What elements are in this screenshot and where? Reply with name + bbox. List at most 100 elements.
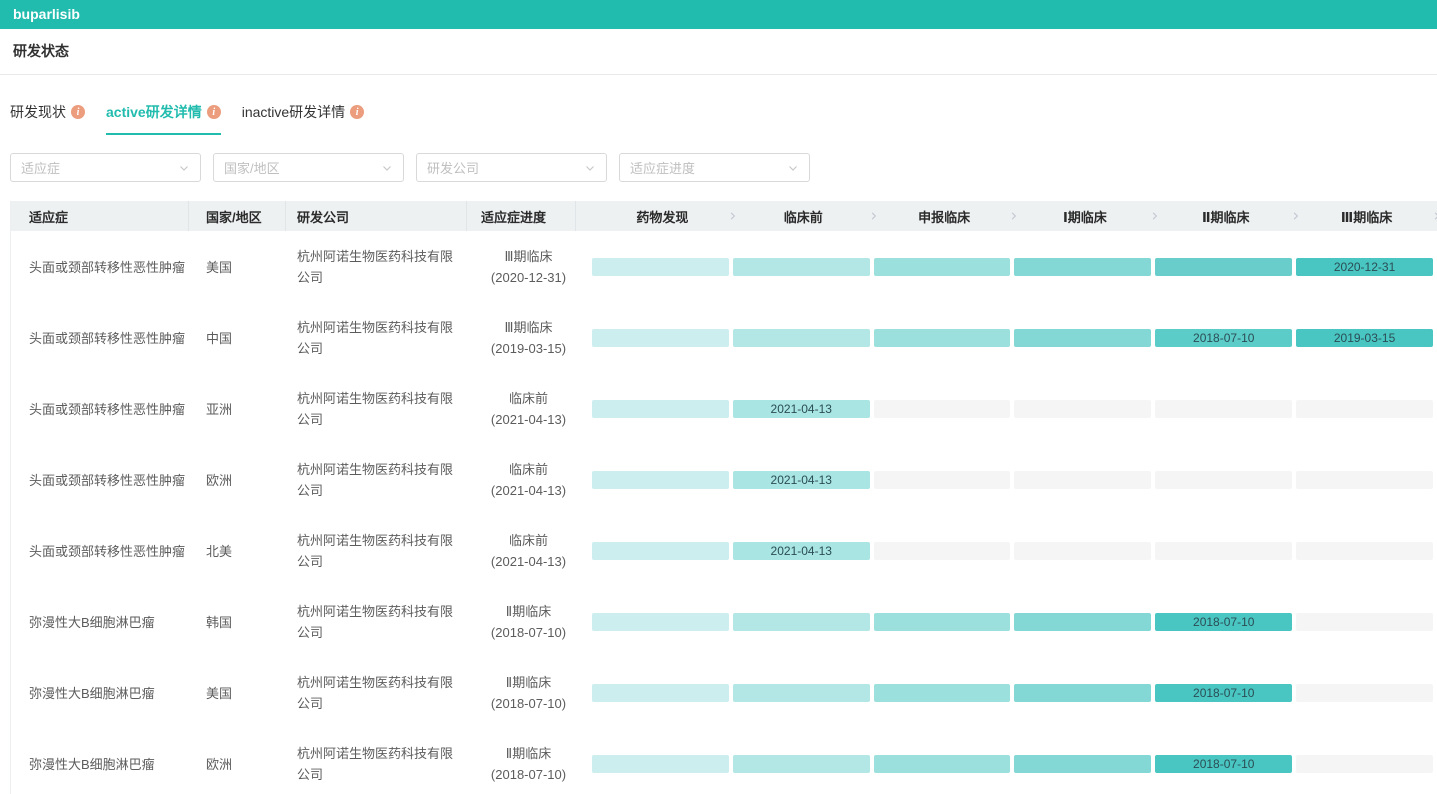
progress-date-text: (2018-07-10) [491,764,566,785]
indication-cell: 头面或颈部转移性恶性肿瘤 [11,231,189,302]
stage-bar-cell [1296,684,1437,702]
stage-bar [592,684,729,702]
stage-bar-cell [1014,329,1155,347]
stage-bar [874,755,1011,773]
stage-bar-cell [592,613,733,631]
stage-bar: 2018-07-10 [1155,755,1292,773]
company-cell: 杭州阿诺生物医药科技有限公司 [286,728,467,794]
stage-bar-cell [1014,471,1155,489]
indication-cell: 头面或颈部转移性恶性肿瘤 [11,515,189,586]
stage-bar-cell [1296,755,1437,773]
company-filter-select[interactable]: 研发公司 [416,153,607,182]
pipeline-bars: 2021-04-13 [576,444,1437,515]
company-cell: 杭州阿诺生物医药科技有限公司 [286,657,467,728]
chevron-down-icon [584,162,596,174]
stage-column-label: Ⅰ期临床 [1063,210,1107,225]
column-header-region: 国家/地区 [189,201,286,231]
stage-bar [874,258,1011,276]
stage-bar-cell: 2019-03-15 [1296,329,1437,347]
progress-date-text: (2020-12-31) [491,267,566,288]
progress-cell: Ⅱ期临床 (2018-07-10) [467,586,576,657]
progress-date-text: (2018-07-10) [491,693,566,714]
progress-cell: 临床前 (2021-04-13) [467,515,576,586]
stage-bar: 2021-04-13 [733,400,870,418]
stage-column-header: 临床前 [733,207,874,226]
pipeline-bars: 2021-04-13 [576,373,1437,444]
progress-stage-text: Ⅱ期临床 [506,601,551,622]
table-row: 弥漫性大B细胞淋巴瘤 美国 杭州阿诺生物医药科技有限公司 Ⅱ期临床 (2018-… [11,657,1437,728]
select-placeholder: 适应症 [21,158,60,177]
tab-active-rd-detail[interactable]: active研发详情 i [106,102,221,135]
indication-filter-select[interactable]: 适应症 [10,153,201,182]
stage-column-headers: 药物发现临床前申报临床Ⅰ期临床Ⅱ期临床Ⅲ期临床 [576,201,1437,231]
pipeline-bars: 2018-07-10 [576,728,1437,794]
stage-bar [1155,471,1292,489]
stage-bar-cell [1014,684,1155,702]
tab-label: inactive研发详情 [242,102,345,122]
pipeline-bars: 2020-12-31 [576,231,1437,302]
select-placeholder: 研发公司 [427,158,479,177]
filter-bar: 适应症 国家/地区 研发公司 适应症进度 [0,135,1437,182]
stage-bar: 2018-07-10 [1155,613,1292,631]
stage-bar [1296,613,1433,631]
indication-cell: 弥漫性大B细胞淋巴瘤 [11,657,189,728]
tab-label: 研发现状 [10,102,66,122]
indication-cell: 头面或颈部转移性恶性肿瘤 [11,373,189,444]
stage-bar: 2018-07-10 [1155,684,1292,702]
region-filter-select[interactable]: 国家/地区 [213,153,404,182]
info-icon[interactable]: i [350,105,364,119]
stage-column-header: Ⅱ期临床 [1155,207,1296,226]
tab-inactive-rd-detail[interactable]: inactive研发详情 i [242,102,364,135]
progress-filter-select[interactable]: 适应症进度 [619,153,810,182]
chevron-down-icon [381,162,393,174]
stage-bar-cell: 2018-07-10 [1155,329,1296,347]
indication-cell: 弥漫性大B细胞淋巴瘤 [11,586,189,657]
stage-bar-cell [733,258,874,276]
stage-bar-cell [874,684,1015,702]
region-cell: 北美 [189,515,286,586]
stage-bar: 2020-12-31 [1296,258,1433,276]
stage-bar [1014,684,1151,702]
stage-bar [1014,329,1151,347]
stage-bar-cell [733,329,874,347]
indication-cell: 弥漫性大B细胞淋巴瘤 [11,728,189,794]
stage-bar-cell [592,684,733,702]
pipeline-bars: 2018-07-10 [576,586,1437,657]
stage-bar-cell [874,400,1015,418]
stage-bar [874,684,1011,702]
progress-stage-text: 临床前 [509,459,548,480]
stage-bar [733,258,870,276]
stage-bar [592,542,729,560]
page-title: 研发状态 [0,29,1437,75]
chevron-right-icon [1431,211,1437,222]
stage-column-label: 药物发现 [636,210,688,225]
stage-bar-cell [1296,471,1437,489]
table-row: 头面或颈部转移性恶性肿瘤 亚洲 杭州阿诺生物医药科技有限公司 临床前 (2021… [11,373,1437,444]
pipeline-bars: 2021-04-13 [576,515,1437,586]
pipeline-bars: 2018-07-10 [576,657,1437,728]
stage-bar [1296,684,1433,702]
info-icon[interactable]: i [207,105,221,119]
region-cell: 美国 [189,657,286,728]
chevron-down-icon [178,162,190,174]
stage-bar-cell [874,613,1015,631]
region-cell: 欧洲 [189,728,286,794]
stage-bar [733,755,870,773]
region-cell: 韩国 [189,586,286,657]
stage-bar [1296,471,1433,489]
table-row: 头面或颈部转移性恶性肿瘤 欧洲 杭州阿诺生物医药科技有限公司 临床前 (2021… [11,444,1437,515]
tab-rd-status[interactable]: 研发现状 i [10,102,85,135]
stage-bar-cell [733,755,874,773]
stage-bar-cell [733,684,874,702]
stage-bar [1155,400,1292,418]
table-row: 头面或颈部转移性恶性肿瘤 中国 杭州阿诺生物医药科技有限公司 Ⅲ期临床 (201… [11,302,1437,373]
stage-column-header: 药物发现 [592,207,733,226]
chevron-down-icon [787,162,799,174]
stage-bar-cell: 2018-07-10 [1155,755,1296,773]
progress-stage-text: 临床前 [509,388,548,409]
region-cell: 中国 [189,302,286,373]
company-cell: 杭州阿诺生物医药科技有限公司 [286,373,467,444]
stage-bar [874,400,1011,418]
info-icon[interactable]: i [71,105,85,119]
column-header-indication: 适应症 [11,201,189,231]
